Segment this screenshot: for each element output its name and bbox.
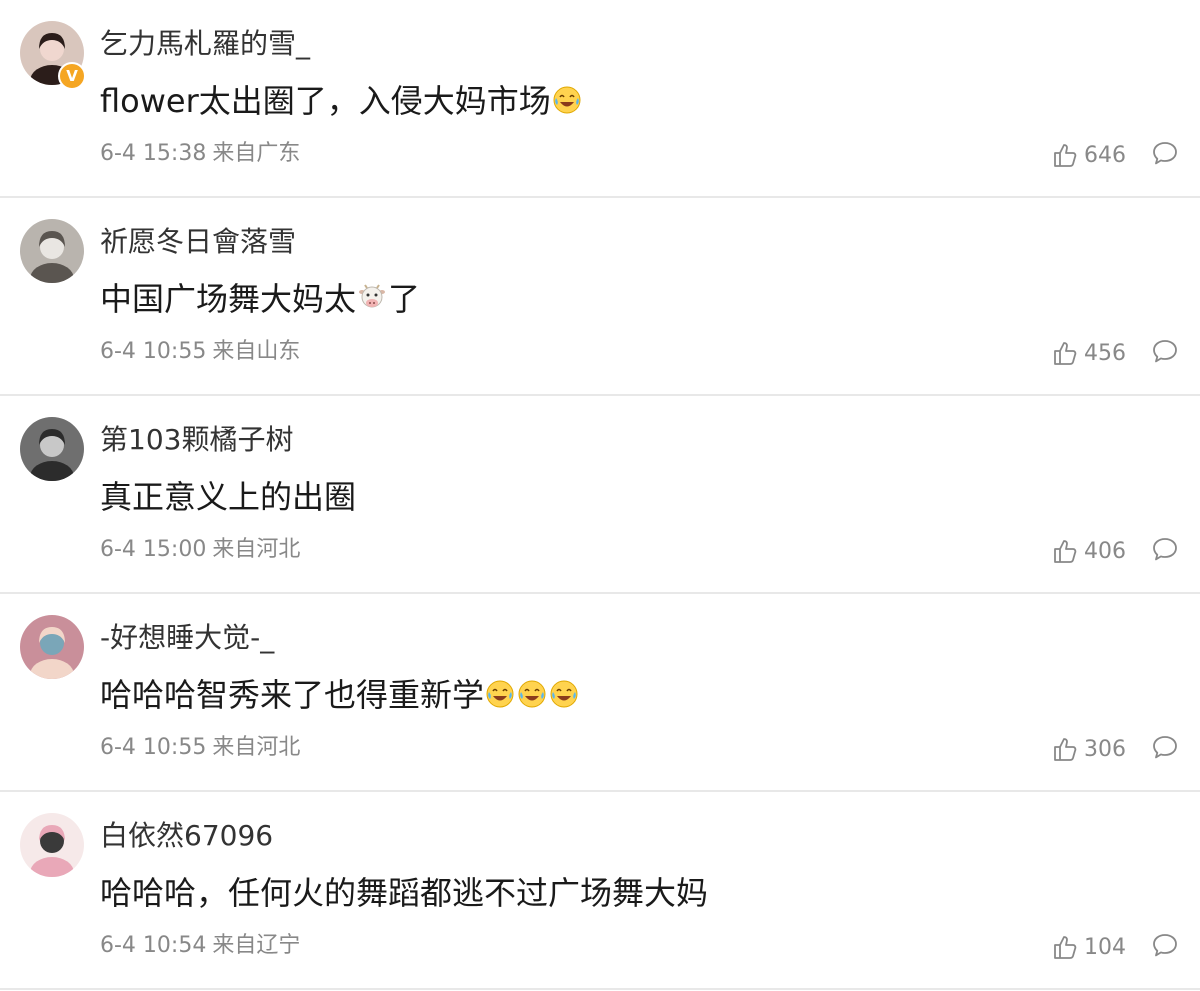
- comment-item: V 乞力馬札羅的雪_ flower太出圈了，入侵大妈市场 6-4 15:38 来自…: [0, 0, 1200, 198]
- comment-text-segment: 哈哈哈智秀来了也得重新学: [100, 676, 485, 714]
- comment-text-segment: flower太出圈了，入侵大妈市场: [100, 82, 551, 120]
- thumbs-up-icon: [1052, 736, 1078, 762]
- user-avatar[interactable]: [20, 813, 84, 877]
- cow-emoji: [357, 283, 387, 313]
- user-avatar[interactable]: [20, 615, 84, 679]
- like-count: 104: [1084, 934, 1126, 960]
- comment-text: flower太出圈了，入侵大妈市场: [100, 78, 583, 124]
- like-button[interactable]: 306: [1052, 733, 1126, 765]
- like-count: 306: [1084, 736, 1126, 762]
- comment-item: 第103颗橘子树 真正意义上的出圈 6-4 15:00 来自河北 406: [0, 396, 1200, 594]
- like-button[interactable]: 406: [1052, 535, 1126, 567]
- comment-bubble-icon[interactable]: [1150, 139, 1180, 169]
- comment-text-segment: 中国广场舞大妈太: [100, 280, 357, 318]
- comment-location: 来自河北: [212, 735, 301, 760]
- comment-item: 白依然67096 哈哈哈，任何火的舞蹈都逃不过广场舞大妈 6-4 10:54 来自…: [0, 792, 1200, 990]
- username[interactable]: 乞力馬札羅的雪_: [100, 24, 310, 64]
- verified-badge-icon: V: [58, 62, 86, 90]
- comment-text: 哈哈哈智秀来了也得重新学: [100, 672, 580, 718]
- thumbs-up-icon: [1052, 538, 1078, 564]
- like-button[interactable]: 104: [1052, 931, 1126, 963]
- comment-meta: 6-4 10:55 来自山东: [100, 336, 300, 368]
- comment-text-segment: 真正意义上的出圈: [100, 478, 357, 516]
- like-count: 406: [1084, 538, 1126, 564]
- username[interactable]: 第103颗橘子树: [100, 420, 293, 460]
- comment-text: 真正意义上的出圈: [100, 474, 356, 520]
- laugh-cry-emoji: [552, 85, 582, 115]
- comment-time: 6-4 10:54: [100, 933, 207, 958]
- comment-meta: 6-4 15:38 来自广东: [100, 138, 300, 170]
- comment-meta: 6-4 15:00 来自河北: [100, 534, 300, 566]
- comment-location: 来自广东: [212, 141, 301, 166]
- like-button[interactable]: 646: [1052, 139, 1126, 171]
- comment-bubble-icon[interactable]: [1150, 733, 1180, 763]
- comment-item: -好想睡大觉-_ 哈哈哈智秀来了也得重新学 6-4 10:55 来自河北 306: [0, 594, 1200, 792]
- thumbs-up-icon: [1052, 340, 1078, 366]
- comment-location: 来自山东: [212, 339, 301, 364]
- comment-bubble-icon[interactable]: [1150, 931, 1180, 961]
- like-count: 456: [1084, 340, 1126, 366]
- laugh-cry-emoji: [485, 679, 515, 709]
- thumbs-up-icon: [1052, 142, 1078, 168]
- comment-location: 来自辽宁: [212, 933, 301, 958]
- thumbs-up-icon: [1052, 934, 1078, 960]
- laugh-cry-emoji: [517, 679, 547, 709]
- like-button[interactable]: 456: [1052, 337, 1126, 369]
- comment-time: 6-4 15:00: [100, 537, 207, 562]
- laugh-cry-emoji: [549, 679, 579, 709]
- username[interactable]: 祈愿冬日會落雪: [100, 222, 296, 262]
- user-avatar[interactable]: [20, 417, 84, 481]
- comment-location: 来自河北: [212, 537, 301, 562]
- like-count: 646: [1084, 142, 1126, 168]
- comment-bubble-icon[interactable]: [1150, 337, 1180, 367]
- comment-item: 祈愿冬日會落雪 中国广场舞大妈太了 6-4 10:55 来自山东 456: [0, 198, 1200, 396]
- comment-text: 哈哈哈，任何火的舞蹈都逃不过广场舞大妈: [100, 870, 708, 916]
- username[interactable]: -好想睡大觉-_: [100, 618, 274, 658]
- comment-time: 6-4 10:55: [100, 339, 207, 364]
- username[interactable]: 白依然67096: [100, 816, 273, 856]
- comment-time: 6-4 10:55: [100, 735, 207, 760]
- user-avatar[interactable]: [20, 219, 84, 283]
- comment-list: V 乞力馬札羅的雪_ flower太出圈了，入侵大妈市场 6-4 15:38 来自…: [0, 0, 1200, 990]
- comment-text-segment: 了: [388, 280, 421, 318]
- comment-time: 6-4 15:38: [100, 141, 207, 166]
- comment-text-segment: 哈哈哈，任何火的舞蹈都逃不过广场舞大妈: [100, 874, 709, 912]
- comment-meta: 6-4 10:55 来自河北: [100, 732, 300, 764]
- comment-meta: 6-4 10:54 来自辽宁: [100, 930, 300, 962]
- comment-text: 中国广场舞大妈太了: [100, 276, 420, 322]
- comment-bubble-icon[interactable]: [1150, 535, 1180, 565]
